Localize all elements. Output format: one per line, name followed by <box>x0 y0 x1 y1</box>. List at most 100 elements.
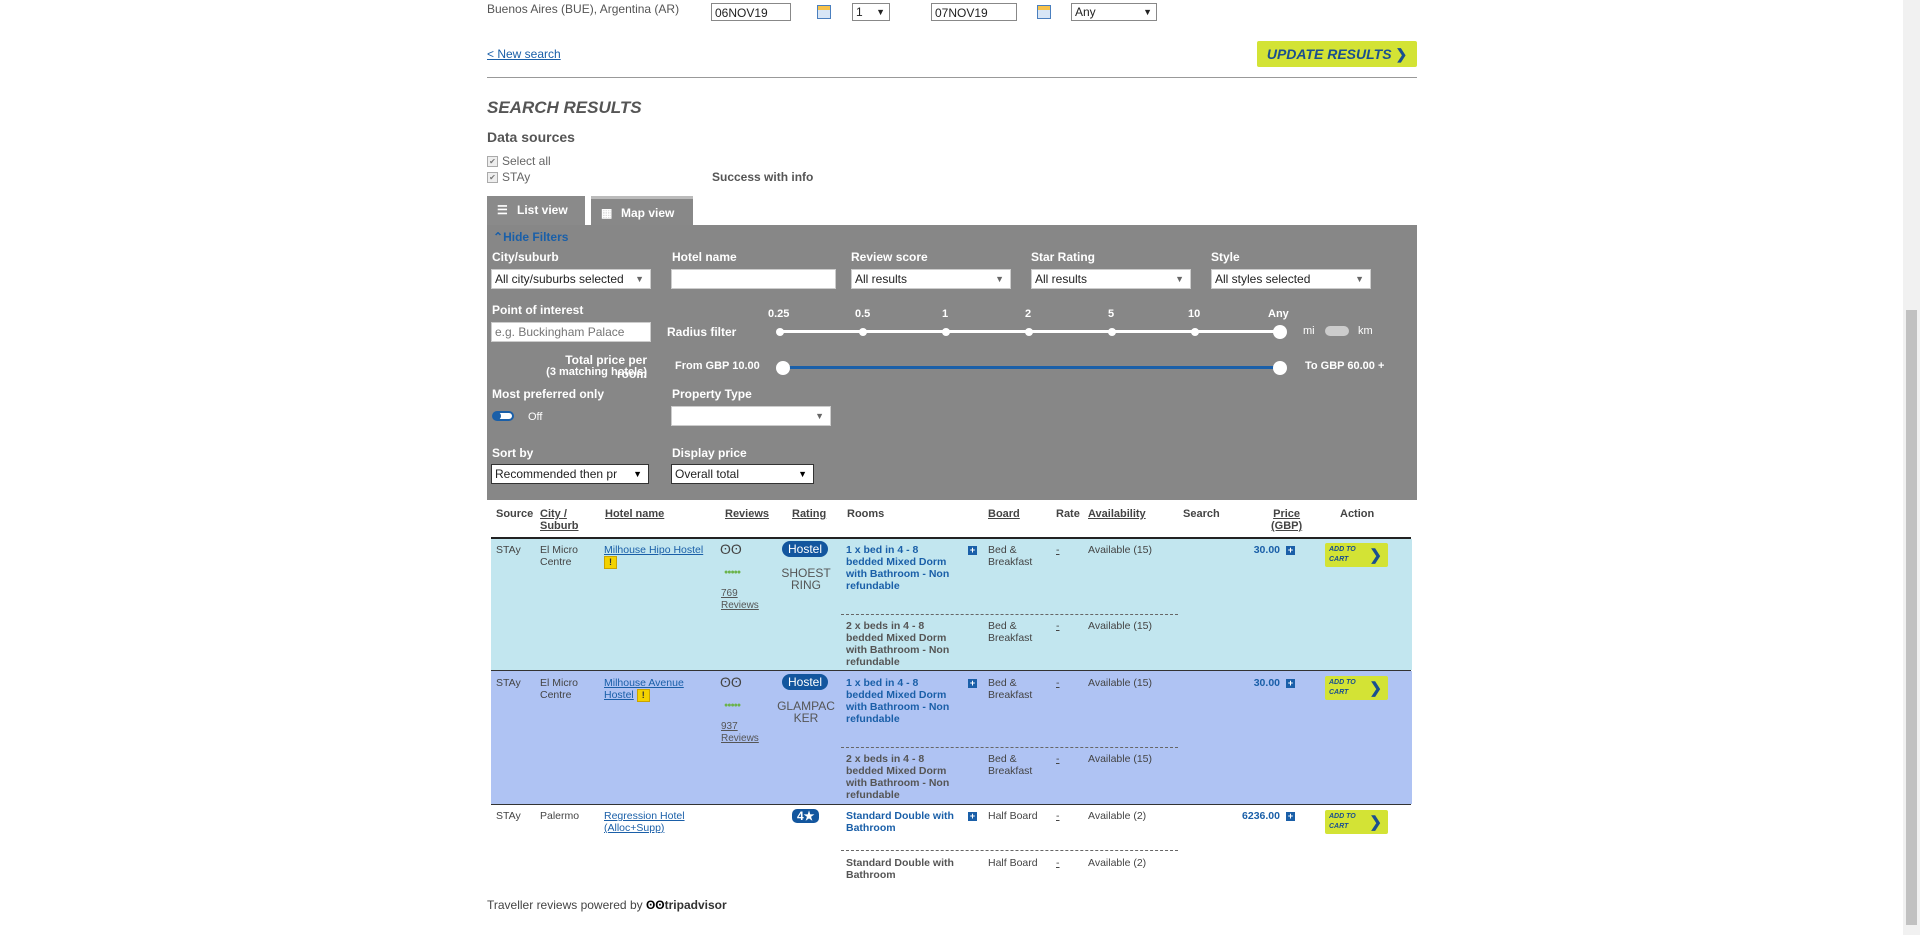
source-checkbox[interactable]: ✔ STAy <box>487 170 530 184</box>
board-text: Bed & Breakfast <box>988 677 1033 701</box>
divider <box>487 77 1417 78</box>
footer-powered-text: Traveller reviews powered by <box>487 898 643 912</box>
add-to-cart-button[interactable]: ADD TO CART ❯ <box>1325 810 1388 834</box>
city-select[interactable]: All city/suburbs selected ▼ <box>491 269 651 289</box>
style-value: All styles selected <box>1215 272 1311 286</box>
rate-link[interactable]: - <box>1056 677 1060 689</box>
update-results-label: UPDATE RESULTS <box>1266 46 1392 62</box>
tab-list-view[interactable]: ☰ List view <box>487 196 585 225</box>
col-rating[interactable]: Rating <box>792 508 826 520</box>
rate-link[interactable]: - <box>1056 620 1060 632</box>
radius-stop[interactable] <box>942 328 950 336</box>
property-type-select[interactable]: ▼ <box>671 406 831 426</box>
col-board[interactable]: Board <box>988 508 1020 520</box>
col-reviews[interactable]: Reviews <box>725 508 769 520</box>
unit-toggle[interactable] <box>1325 326 1349 336</box>
price-info-button[interactable]: + <box>1286 544 1295 556</box>
room-text: 2 x beds in 4 - 8 bedded Mixed Dorm with… <box>846 620 950 668</box>
hostel-badge: Hostel <box>782 541 829 557</box>
price-value: 30.00 <box>1253 544 1280 556</box>
add-to-cart-button[interactable]: ADD TO CART ❯ <box>1325 543 1388 567</box>
col-price-line2: (GBP) <box>1271 520 1303 532</box>
checkout-input[interactable]: 07NOV19 <box>931 3 1017 21</box>
review-score-select[interactable]: All results ▼ <box>851 269 1011 289</box>
availability-text: Available (2) <box>1088 810 1147 822</box>
col-city[interactable]: City / Suburb <box>540 508 579 532</box>
add-to-cart-button[interactable]: ADD TO CART ❯ <box>1325 676 1388 700</box>
preferred-label: Most preferred only <box>492 387 605 401</box>
tripadvisor-logo-icon: ʘʘ <box>645 898 665 912</box>
scrollbar[interactable] <box>1903 0 1920 935</box>
star-rating-select[interactable]: All results ▼ <box>1031 269 1191 289</box>
price-slider-track[interactable] <box>782 366 1277 369</box>
hotel-link[interactable]: Milhouse Avenue Hostel ! <box>604 677 714 702</box>
update-results-button[interactable]: UPDATE RESULTS ❯ <box>1257 41 1417 67</box>
room-info-button[interactable]: + <box>968 810 977 822</box>
poi-input[interactable] <box>491 322 651 342</box>
calendar-icon[interactable] <box>1037 5 1051 19</box>
checkin-input[interactable]: 06NOV19 <box>711 3 791 21</box>
hotel-name-input[interactable] <box>671 269 836 289</box>
radius-stop[interactable] <box>1108 328 1116 336</box>
col-availability[interactable]: Availability <box>1088 508 1146 520</box>
radius-tick: 0.5 <box>855 308 871 320</box>
col-hotel-name[interactable]: Hotel name <box>605 508 664 520</box>
calendar-icon[interactable] <box>817 5 831 19</box>
reviews-link[interactable]: 769 Reviews <box>721 588 766 612</box>
poi-label: Point of interest <box>492 303 584 317</box>
plus-icon: + <box>1286 811 1295 821</box>
hotel-link[interactable]: Regression Hotel (Alloc+Supp) <box>604 810 704 834</box>
tripadvisor-owl-icon: ʘʘ <box>720 674 742 690</box>
rooms-select[interactable]: Any ▼ <box>1071 3 1157 21</box>
col-price-line1: Price <box>1273 508 1301 520</box>
rate-link[interactable]: - <box>1056 857 1060 869</box>
preferred-toggle[interactable] <box>492 411 514 421</box>
warning-icon[interactable]: ! <box>604 556 617 569</box>
filters-panel: ⌃Hide Filters City/suburb All city/subur… <box>487 225 1417 500</box>
select-all-checkbox[interactable]: ✔ Select all <box>487 154 551 168</box>
hotel-name[interactable]: Regression Hotel (Alloc+Supp) <box>604 810 685 834</box>
price-info-button[interactable]: + <box>1286 677 1295 689</box>
style-select[interactable]: All styles selected ▼ <box>1211 269 1371 289</box>
rate-link[interactable]: - <box>1056 810 1060 822</box>
source-status: Success with info <box>712 170 814 184</box>
price-max-handle[interactable] <box>1273 361 1287 375</box>
new-search-link[interactable]: < New search <box>487 47 561 61</box>
rate-link[interactable]: - <box>1056 753 1060 765</box>
review-bubbles-icon: ●●●●● <box>724 569 741 576</box>
room-info-button[interactable]: + <box>968 544 977 556</box>
scrollbar-thumb[interactable] <box>1906 310 1917 925</box>
radius-stop[interactable] <box>1025 328 1033 336</box>
hotel-link[interactable]: Milhouse Hipo Hostel! <box>604 544 719 569</box>
rating-category: GLAMPACKER <box>777 699 835 725</box>
price-min-handle[interactable] <box>776 361 790 375</box>
radius-tick: Any <box>1268 308 1289 320</box>
board-text: Bed & Breakfast <box>988 753 1033 777</box>
col-search: Search <box>1183 508 1220 520</box>
room-info-button[interactable]: + <box>968 677 977 689</box>
reviews-link[interactable]: 937 Reviews <box>721 721 766 745</box>
chevron-down-icon: ▼ <box>876 7 885 17</box>
tab-map-view[interactable]: ▦ Map view <box>591 196 693 225</box>
hide-filters-link[interactable]: ⌃Hide Filters <box>493 230 568 244</box>
rate-link[interactable]: - <box>1056 544 1060 556</box>
rating-badge: Hostel <box>782 541 829 557</box>
room-link[interactable]: 1 x bed in 4 - 8 bedded Mixed Dorm with … <box>846 544 956 592</box>
price-value: 30.00 <box>1253 677 1280 689</box>
room-link[interactable]: 1 x bed in 4 - 8 bedded Mixed Dorm with … <box>846 677 956 725</box>
room-link[interactable]: Standard Double with Bathroom <box>846 810 961 834</box>
radius-slider-handle[interactable] <box>1273 325 1287 339</box>
chevron-right-icon: ❯ <box>1369 547 1382 564</box>
display-price-select[interactable]: Overall total ▼ <box>671 464 814 484</box>
nights-select[interactable]: 1 ▼ <box>852 3 890 21</box>
sort-select[interactable]: Recommended then pr ▼ <box>491 464 649 484</box>
row-source: STAy <box>496 810 521 822</box>
radius-stop[interactable] <box>776 328 784 336</box>
hotel-name[interactable]: Milhouse Hipo Hostel <box>604 544 703 556</box>
radius-stop[interactable] <box>1191 328 1199 336</box>
price-info-button[interactable]: + <box>1286 810 1295 822</box>
col-price[interactable]: Price (GBP) <box>1271 508 1302 532</box>
warning-icon[interactable]: ! <box>636 689 650 702</box>
tab-label: List view <box>517 203 568 217</box>
radius-stop[interactable] <box>859 328 867 336</box>
